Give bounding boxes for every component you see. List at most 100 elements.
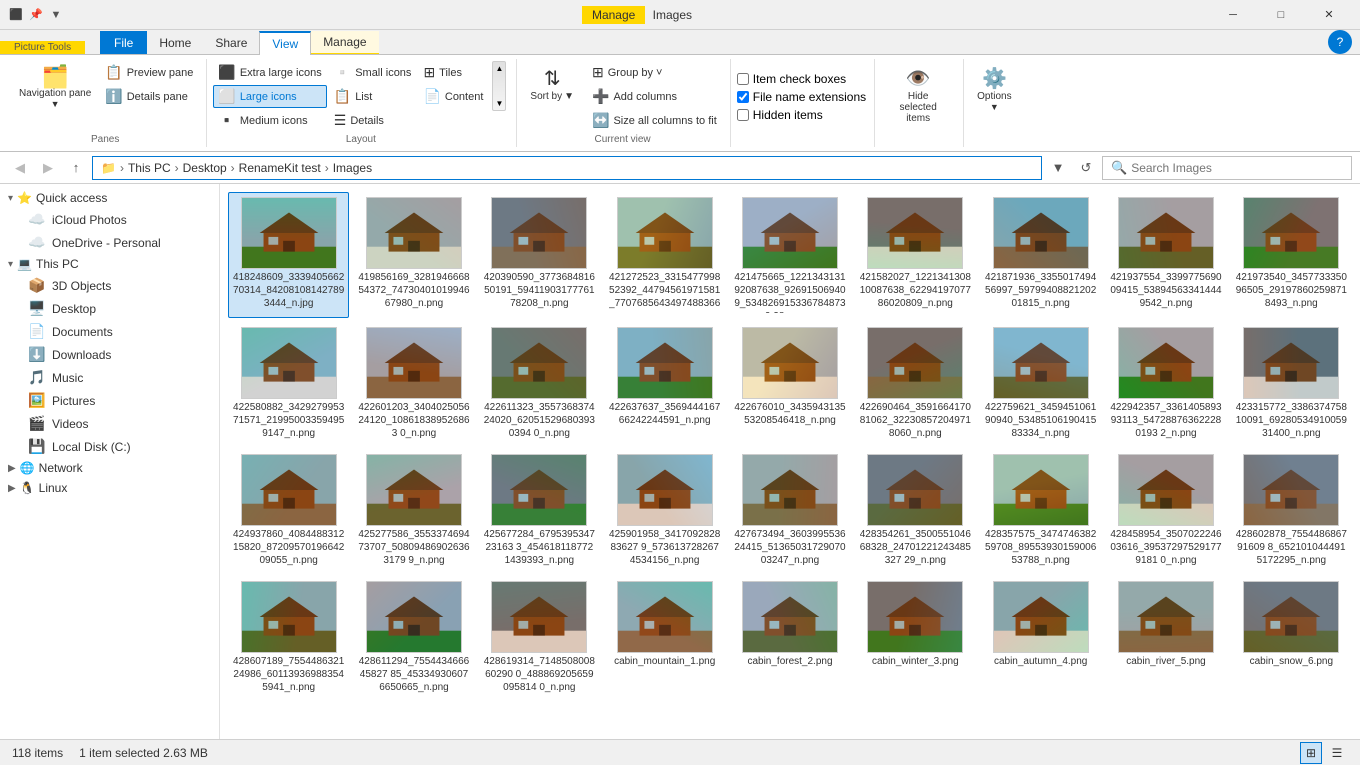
file-item[interactable]: 428458954_350702224603616_39537297529177… [1105, 449, 1226, 572]
nav-local-disk[interactable]: 💾 Local Disk (C:) [0, 435, 219, 458]
options-button[interactable]: ⚙️ Options ▼ [970, 61, 1018, 117]
file-item[interactable]: 428602878_755448686791609 8_652101044491… [1231, 449, 1352, 572]
tab-file[interactable]: File [100, 31, 147, 54]
size-all-columns-button[interactable]: ↔️ Size all columns to fit [587, 109, 722, 132]
file-item[interactable]: 428354261_350055104668328_24701221243485… [855, 449, 976, 572]
file-item[interactable]: 421475665_122134313192087638_92691506940… [729, 192, 850, 318]
file-item[interactable]: 425677284_679539534723163 3_454618118772… [479, 449, 600, 572]
file-area[interactable]: 418248609_333940566270314_84208108142789… [220, 184, 1360, 739]
small-icons-button[interactable]: ▫️ Small icons [329, 61, 417, 84]
file-item[interactable]: 421973540_345773335096505_29197860259871… [1231, 192, 1352, 318]
search-input[interactable] [1131, 161, 1343, 175]
file-item[interactable]: 422942357_336140589393113_54728876362228… [1105, 322, 1226, 445]
file-item[interactable]: 424937860_408448831215820_87209570196642… [228, 449, 349, 572]
layout-scroll-arrows[interactable]: ▲ ▼ [492, 61, 506, 111]
file-item[interactable]: 419856169_328194666854372_74730401019946… [353, 192, 474, 318]
path-renamekit[interactable]: RenameKit test [239, 161, 321, 175]
extra-large-icons-button[interactable]: ⬛ Extra large icons [213, 61, 326, 84]
file-item[interactable]: 428607189_755448632124986_60113936988354… [228, 576, 349, 699]
add-columns-button[interactable]: ➕ Add columns [587, 85, 722, 108]
file-item[interactable]: 422580882_342927995371571_21995003359495… [228, 322, 349, 445]
close-button[interactable]: ✕ [1306, 0, 1352, 30]
file-item[interactable]: 422637637_356944416766242244591_n.png [604, 322, 725, 445]
file-item[interactable]: 422611323_355736837424020_62051529680393… [479, 322, 600, 445]
file-item[interactable]: cabin_snow_6.png [1231, 576, 1352, 699]
details-view-toggle[interactable]: ☰ [1326, 742, 1348, 764]
nav-network[interactable]: ▶ 🌐 Network [0, 458, 219, 478]
file-item[interactable]: 421582027_122134130810087638_62294197077… [855, 192, 976, 318]
content-button[interactable]: 📄 Content [418, 85, 488, 108]
hidden-items-row[interactable]: Hidden items [737, 107, 823, 123]
nav-downloads[interactable]: ⬇️ Downloads [0, 343, 219, 366]
back-button[interactable]: ◀ [8, 156, 32, 180]
nav-desktop[interactable]: 🖥️ Desktop [0, 297, 219, 320]
file-item[interactable]: 425901958_341709282883627 9_573613728267… [604, 449, 725, 572]
path-this-pc[interactable]: This PC [128, 161, 171, 175]
preview-pane-button[interactable]: 📋 Preview pane [100, 61, 198, 84]
nav-documents[interactable]: 📄 Documents [0, 320, 219, 343]
hide-selected-button[interactable]: 👁️ Hide selected items [881, 61, 955, 129]
nav-music[interactable]: 🎵 Music [0, 366, 219, 389]
dropdown-icon[interactable]: ▼ [48, 7, 64, 23]
item-check-boxes-checkbox[interactable] [737, 73, 749, 85]
medium-icons-button[interactable]: ▪️ Medium icons [213, 109, 326, 132]
file-item[interactable]: 421937554_339977569009415_53894563341444… [1105, 192, 1226, 318]
file-name-extensions-checkbox[interactable] [737, 91, 749, 103]
details-pane-button[interactable]: ℹ️ Details pane [100, 85, 198, 108]
details-view-button[interactable]: ☰ Details [329, 109, 417, 132]
list-button[interactable]: 📋 List [329, 85, 417, 108]
address-path[interactable]: 📁 › This PC › Desktop › RenameKit test ›… [92, 156, 1042, 180]
pin-icon[interactable]: 📌 [28, 7, 44, 23]
file-item[interactable]: 422690464_359166417081062_32230857204971… [855, 322, 976, 445]
nav-this-pc[interactable]: ▾ 💻 This PC [0, 254, 219, 274]
nav-videos[interactable]: 🎬 Videos [0, 412, 219, 435]
large-view-toggle[interactable]: ⊞ [1300, 742, 1322, 764]
nav-icloud[interactable]: ☁️ iCloud Photos [0, 208, 219, 231]
file-item[interactable]: 422759621_345945106190940_53485106190415… [980, 322, 1101, 445]
file-item[interactable]: 423315772_338637475810091_69280534910059… [1231, 322, 1352, 445]
quick-access-icon[interactable]: ⬛ [8, 7, 24, 23]
tab-manage[interactable]: Manage [311, 31, 378, 54]
maximize-button[interactable]: □ [1258, 0, 1304, 30]
refresh-button[interactable]: ↺ [1074, 156, 1098, 180]
file-item[interactable]: 421272523_331547799852392_44794561971581… [604, 192, 725, 318]
minimize-button[interactable]: ─ [1210, 0, 1256, 30]
tiles-button[interactable]: ⊞ Tiles [418, 61, 488, 84]
large-icons-button[interactable]: ⬜ Large icons [213, 85, 326, 108]
file-item[interactable]: cabin_river_5.png [1105, 576, 1226, 699]
path-desktop[interactable]: Desktop [183, 161, 227, 175]
nav-linux[interactable]: ▶ 🐧 Linux [0, 478, 219, 498]
nav-quick-access[interactable]: ▾ ⭐ Quick access [0, 188, 219, 208]
item-check-boxes-row[interactable]: Item check boxes [737, 71, 846, 87]
file-item[interactable]: 425277586_355337469473707_50809486902636… [353, 449, 474, 572]
file-item[interactable]: cabin_forest_2.png [729, 576, 850, 699]
file-item[interactable]: 421871936_335501749456997_59799408821202… [980, 192, 1101, 318]
file-item[interactable]: 422601203_340402505624120_10861838952686… [353, 322, 474, 445]
navigation-pane-button[interactable]: 🗂️ Navigation pane ▼ [12, 61, 98, 114]
hidden-items-checkbox[interactable] [737, 109, 749, 121]
path-images[interactable]: Images [333, 161, 372, 175]
file-item[interactable]: 422676010_343594313553208546418_n.png [729, 322, 850, 445]
nav-pictures[interactable]: 🖼️ Pictures [0, 389, 219, 412]
forward-button[interactable]: ▶ [36, 156, 60, 180]
file-item[interactable]: cabin_mountain_1.png [604, 576, 725, 699]
file-item[interactable]: 427673494_360399553624415_51365031729070… [729, 449, 850, 572]
tab-view[interactable]: View [259, 31, 311, 55]
sort-by-button[interactable]: ⇅ Sort by ▼ [523, 61, 581, 107]
help-button[interactable]: ? [1328, 30, 1352, 54]
search-box[interactable]: 🔍 [1102, 156, 1352, 180]
nav-3d-objects[interactable]: 📦 3D Objects [0, 274, 219, 297]
file-item[interactable]: 428357575_347474638259708_89553930159006… [980, 449, 1101, 572]
tab-home[interactable]: Home [147, 31, 203, 54]
file-item[interactable]: cabin_autumn_4.png [980, 576, 1101, 699]
address-dropdown-button[interactable]: ▼ [1046, 156, 1070, 180]
file-name-extensions-row[interactable]: File name extensions [737, 89, 866, 105]
nav-onedrive[interactable]: ☁️ OneDrive - Personal [0, 231, 219, 254]
group-by-button[interactable]: ⊞ Group by ˅ [587, 61, 722, 84]
up-button[interactable]: ↑ [64, 156, 88, 180]
file-item[interactable]: 420390590_377368481650191_59411903177761… [479, 192, 600, 318]
file-item[interactable]: 418248609_333940566270314_84208108142789… [228, 192, 349, 318]
file-item[interactable]: 428619314_714850800860290 0_488869205659… [479, 576, 600, 699]
tab-share[interactable]: Share [203, 31, 259, 54]
file-item[interactable]: cabin_winter_3.png [855, 576, 976, 699]
